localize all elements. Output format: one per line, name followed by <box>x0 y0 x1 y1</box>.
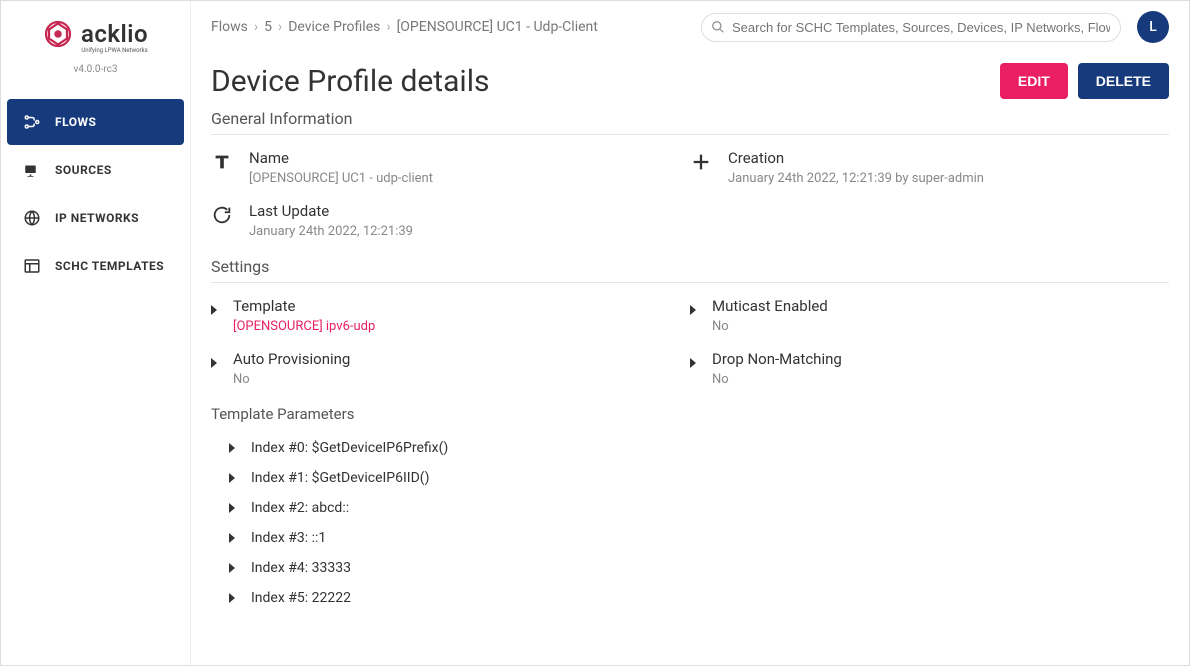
chevron-right-icon <box>229 503 235 513</box>
chevron-right-icon <box>211 358 217 368</box>
chevron-right-icon <box>229 593 235 603</box>
info-item-drop-non-matching: Drop Non-Matching No <box>690 350 1169 387</box>
template-param-text: Index #0: $GetDeviceIP6Prefix() <box>251 440 448 456</box>
chevron-right-icon <box>229 563 235 573</box>
main-panel: Flows › 5 › Device Profiles › [OPENSOURC… <box>191 1 1189 665</box>
info-value: January 24th 2022, 12:21:39 <box>249 224 413 239</box>
info-value: January 24th 2022, 12:21:39 by super-adm… <box>728 171 984 186</box>
globe-icon <box>23 209 41 227</box>
search-icon <box>711 20 725 34</box>
divider <box>211 134 1169 135</box>
breadcrumb-item[interactable]: [OPENSOURCE] UC1 - Udp-Client <box>397 19 598 35</box>
info-value: [OPENSOURCE] UC1 - udp-client <box>249 171 433 186</box>
chevron-right-icon <box>690 305 696 315</box>
logo-block: acklio Unifying LPWA Networks v4.0.0-rc3 <box>43 19 148 75</box>
template-link[interactable]: [OPENSOURCE] ipv6-udp <box>233 319 375 334</box>
info-label: Muticast Enabled <box>712 297 828 315</box>
templates-icon <box>23 257 41 275</box>
template-param-text: Index #1: $GetDeviceIP6IID() <box>251 470 429 486</box>
sidebar-item-label: IP NETWORKS <box>55 211 139 225</box>
sidebar-item-schc-templates[interactable]: SCHC TEMPLATES <box>7 243 184 289</box>
template-param-text: Index #5: 22222 <box>251 590 351 606</box>
breadcrumb-item[interactable]: Device Profiles <box>288 19 380 35</box>
delete-button[interactable]: DELETE <box>1078 63 1169 99</box>
chevron-right-icon <box>211 305 217 315</box>
breadcrumb-item[interactable]: 5 <box>264 19 272 35</box>
breadcrumb: Flows › 5 › Device Profiles › [OPENSOURC… <box>211 19 598 35</box>
brand-tagline: Unifying LPWA Networks <box>81 47 148 54</box>
info-item-creation: Creation January 24th 2022, 12:21:39 by … <box>690 149 1169 186</box>
info-value: No <box>712 319 828 334</box>
template-param-text: Index #4: 33333 <box>251 560 351 576</box>
chevron-right-icon <box>229 533 235 543</box>
breadcrumb-item[interactable]: Flows <box>211 19 248 35</box>
template-param-item[interactable]: Index #2: abcd:: <box>211 493 1169 523</box>
info-value: No <box>233 372 350 387</box>
info-label: Last Update <box>249 202 413 220</box>
template-parameters-list: Index #0: $GetDeviceIP6Prefix() Index #1… <box>211 433 1169 613</box>
info-label: Auto Provisioning <box>233 350 350 368</box>
divider <box>211 282 1169 283</box>
info-item-multicast: Muticast Enabled No <box>690 297 1169 334</box>
info-label: Template <box>233 297 375 315</box>
chevron-right-icon <box>229 473 235 483</box>
section-header-settings: Settings <box>211 257 1169 276</box>
template-param-item[interactable]: Index #0: $GetDeviceIP6Prefix() <box>211 433 1169 463</box>
sidebar-item-sources[interactable]: SOURCES <box>7 147 184 193</box>
sidebar-item-flows[interactable]: FLOWS <box>7 99 184 145</box>
template-param-item[interactable]: Index #3: ::1 <box>211 523 1169 553</box>
refresh-icon <box>211 204 233 226</box>
info-label: Creation <box>728 149 984 167</box>
chevron-right-icon: › <box>386 19 390 35</box>
template-param-text: Index #2: abcd:: <box>251 500 349 516</box>
template-param-text: Index #3: ::1 <box>251 530 326 546</box>
info-value: No <box>712 372 842 387</box>
brand-name: acklio <box>81 20 148 48</box>
plus-icon <box>690 151 712 173</box>
search-input[interactable] <box>701 13 1121 42</box>
section-header-template-params: Template Parameters <box>211 405 1169 423</box>
flows-icon <box>23 113 41 131</box>
sidebar-item-label: SOURCES <box>55 163 112 177</box>
info-item-name: Name [OPENSOURCE] UC1 - udp-client <box>211 149 690 186</box>
sidebar: acklio Unifying LPWA Networks v4.0.0-rc3… <box>1 1 191 665</box>
sources-icon <box>23 161 41 179</box>
text-icon <box>211 151 233 173</box>
sidebar-item-label: FLOWS <box>55 115 96 129</box>
template-param-item[interactable]: Index #1: $GetDeviceIP6IID() <box>211 463 1169 493</box>
info-item-auto-provisioning: Auto Provisioning No <box>211 350 690 387</box>
acklio-logo-icon <box>43 19 73 49</box>
section-header-general: General Information <box>211 109 1169 128</box>
chevron-right-icon: › <box>254 19 258 35</box>
avatar[interactable]: L <box>1137 11 1169 43</box>
sidebar-item-ip-networks[interactable]: IP NETWORKS <box>7 195 184 241</box>
edit-button[interactable]: EDIT <box>1000 63 1068 99</box>
page-title: Device Profile details <box>211 64 490 99</box>
template-param-item[interactable]: Index #4: 33333 <box>211 553 1169 583</box>
chevron-right-icon <box>690 358 696 368</box>
info-label: Name <box>249 149 433 167</box>
template-param-item[interactable]: Index #5: 22222 <box>211 583 1169 613</box>
info-item-template: Template [OPENSOURCE] ipv6-udp <box>211 297 690 334</box>
avatar-initial: L <box>1149 19 1157 35</box>
chevron-right-icon: › <box>278 19 282 35</box>
info-label: Drop Non-Matching <box>712 350 842 368</box>
version-label: v4.0.0-rc3 <box>43 64 148 75</box>
info-item-last-update: Last Update January 24th 2022, 12:21:39 <box>211 202 690 239</box>
chevron-right-icon <box>229 443 235 453</box>
topbar: Flows › 5 › Device Profiles › [OPENSOURC… <box>191 1 1189 53</box>
sidebar-item-label: SCHC TEMPLATES <box>55 259 164 273</box>
